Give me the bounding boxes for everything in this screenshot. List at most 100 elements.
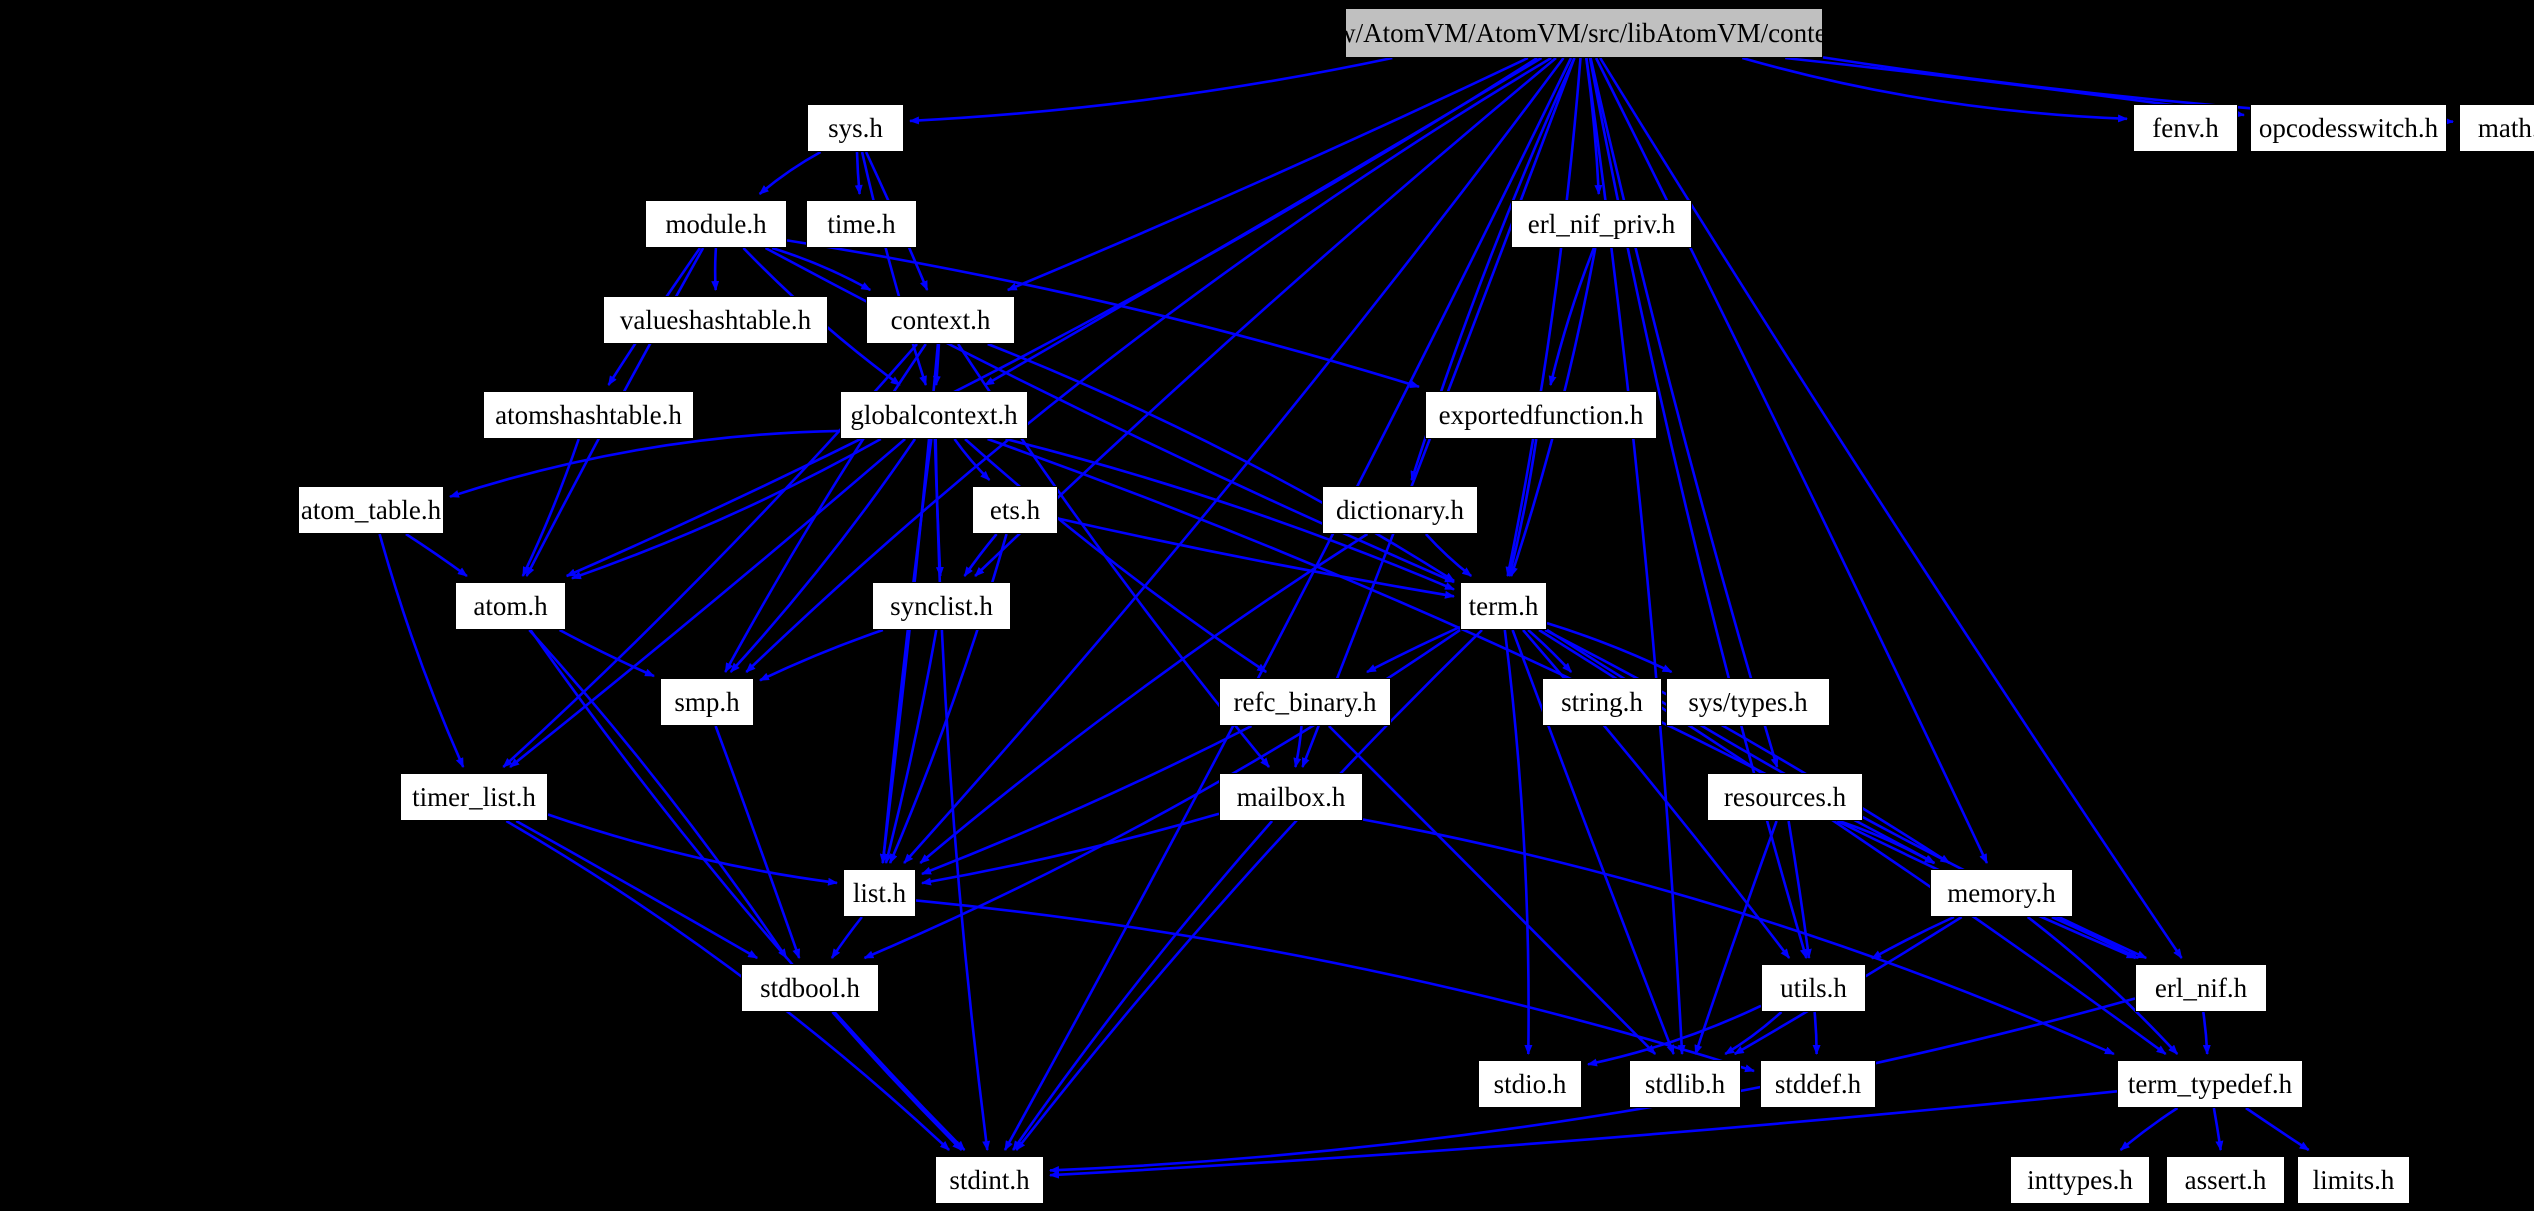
graph-node-module_h[interactable]: module.h: [645, 200, 787, 248]
graph-edge-refc_binary_h-to-mailbox_h: [1293, 725, 1303, 768]
graph-edge-term_typedef_h-to-assert_h: [2212, 1107, 2224, 1151]
graph-node-globalcontext_h[interactable]: globalcontext.h: [840, 391, 1028, 439]
graph-edge-atom_table_h-to-atom_h: [405, 532, 468, 578]
graph-edge-memory_h-to-utils_h: [1871, 915, 1955, 960]
graph-node-synclist_h[interactable]: synclist.h: [872, 582, 1011, 630]
graph-node-label: sys/types.h: [1688, 686, 1808, 717]
graph-node-label: valueshashtable.h: [619, 304, 812, 335]
graph-node-label: stdio.h: [1493, 1068, 1567, 1099]
graph-edge-term_typedef_h-to-limits_h: [2245, 1106, 2310, 1152]
graph-node-math_h[interactable]: math.h: [2459, 104, 2534, 152]
graph-node-label: erl_nif.h: [2154, 972, 2248, 1003]
graph-node-stdlib_h[interactable]: stdlib.h: [1629, 1060, 1741, 1108]
graph-node-resources_h[interactable]: resources.h: [1707, 773, 1863, 821]
graph-node-label: stdint.h: [949, 1164, 1030, 1195]
graph-node-label: mailbox.h: [1236, 781, 1346, 812]
graph-node-atom_table_h[interactable]: atom_table.h: [298, 486, 444, 534]
graph-edge-context_h-to-term_h: [987, 342, 1455, 582]
graph-edge-term_typedef_h-to-inttypes_h: [2119, 1106, 2179, 1151]
graph-node-label: stdbool.h: [760, 972, 860, 1003]
graph-node-exportedfunction_h[interactable]: exportedfunction.h: [1425, 391, 1657, 439]
graph-edge-erl_nif_h-to-term_typedef_h: [2202, 1011, 2211, 1055]
graph-node-fenv_h[interactable]: fenv.h: [2133, 104, 2238, 152]
graph-node-stddef_h[interactable]: stddef.h: [1760, 1060, 1876, 1108]
graph-edge-memory_h-to-erl_nif_h: [2051, 915, 2139, 960]
graph-node-dictionary_h[interactable]: dictionary.h: [1322, 486, 1478, 534]
graph-node-utils_h[interactable]: utils.h: [1761, 964, 1866, 1012]
graph-node-label: term_typedef.h: [2127, 1068, 2293, 1099]
graph-node-opcodesswitch_h[interactable]: opcodesswitch.h: [2250, 104, 2447, 152]
graph-node-label: timer_list.h: [412, 781, 536, 812]
graph-edge-term_h-to-stdio_h: [1503, 629, 1533, 1055]
graph-edge-globalcontext_h-to-stdint_h: [934, 438, 991, 1151]
graph-node-label: term.h: [1468, 590, 1539, 621]
graph-node-memory_h[interactable]: memory.h: [1930, 869, 2073, 917]
graph-edge-context_c-to-sys_h: [909, 56, 1393, 125]
graph-node-time_h[interactable]: time.h: [806, 200, 917, 248]
graph-node-ets_h[interactable]: ets.h: [972, 486, 1058, 534]
graph-node-label: atom_table.h: [300, 494, 442, 525]
graph-node-sys_h[interactable]: sys.h: [807, 104, 904, 152]
graph-edge-context_c-to-list_h: [903, 57, 1565, 864]
graph-node-label: dictionary.h: [1336, 494, 1464, 525]
graph-edge-context_c-to-fenv_h: [1741, 56, 2128, 123]
graph-node-limits_h[interactable]: limits.h: [2297, 1156, 2410, 1204]
graph-edge-utils_h-to-stdio_h: [1587, 1004, 1762, 1067]
graph-node-label: opcodesswitch.h: [2258, 112, 2439, 143]
graph-edge-globalcontext_h-to-atom_h: [571, 437, 882, 580]
graph-node-label: context.h: [890, 304, 991, 335]
graph-node-atomshashtable_h[interactable]: atomshashtable.h: [483, 391, 694, 439]
graph-node-erl_nif_priv_h[interactable]: erl_nif_priv.h: [1511, 200, 1692, 248]
graph-node-context_c[interactable]: /__w/AtomVM/AtomVM/src/libAtomVM/context…: [1302, 8, 1866, 58]
graph-node-label: atomshashtable.h: [495, 399, 682, 430]
graph-node-inttypes_h[interactable]: inttypes.h: [2010, 1156, 2150, 1204]
graph-node-label: math.h: [2477, 112, 2534, 143]
graph-node-label: erl_nif_priv.h: [1527, 208, 1676, 239]
graph-node-label: list.h: [852, 877, 907, 908]
graph-node-label: stdlib.h: [1644, 1068, 1726, 1099]
graph-edge-atomshashtable_h-to-atom_h: [521, 438, 580, 577]
graph-node-label: refc_binary.h: [1233, 686, 1377, 717]
graph-edge-globalcontext_h-to-refc_binary_h: [964, 438, 1268, 674]
graph-node-atom_h[interactable]: atom.h: [455, 582, 566, 630]
graph-node-timer_list_h[interactable]: timer_list.h: [400, 773, 548, 821]
graph-node-label: memory.h: [1947, 877, 2056, 908]
graph-node-stdio_h[interactable]: stdio.h: [1478, 1060, 1582, 1108]
graph-node-label: assert.h: [2184, 1164, 2267, 1195]
graph-edge-utils_h-to-stddef_h: [1812, 1011, 1821, 1055]
graph-node-stdint_h[interactable]: stdint.h: [935, 1156, 1044, 1204]
graph-node-term_typedef_h[interactable]: term_typedef.h: [2117, 1060, 2303, 1108]
graph-edge-resources_h-to-stdlib_h: [1694, 820, 1778, 1055]
graph-node-label: ets.h: [989, 494, 1041, 525]
graph-node-context_h[interactable]: context.h: [866, 296, 1015, 344]
include-dependency-graph: /__w/AtomVM/AtomVM/src/libAtomVM/context…: [0, 0, 2534, 1211]
graph-node-string_h[interactable]: string.h: [1542, 678, 1662, 726]
graph-node-assert_h[interactable]: assert.h: [2166, 1156, 2285, 1204]
graph-edge-globalcontext_h-to-smp_h: [729, 438, 917, 673]
graph-node-list_h[interactable]: list.h: [843, 869, 916, 917]
graph-node-mailbox_h[interactable]: mailbox.h: [1219, 773, 1363, 821]
graph-node-label: utils.h: [1780, 972, 1847, 1003]
graph-node-valueshashtable_h[interactable]: valueshashtable.h: [603, 296, 828, 344]
graph-node-smp_h[interactable]: smp.h: [660, 678, 754, 726]
graph-edge-sys_h-to-time_h: [854, 151, 863, 195]
graph-edge-list_h-to-stdbool_h: [830, 916, 863, 959]
graph-edge-list_h-to-stddef_h: [915, 899, 1755, 1073]
graph-edge-module_h-to-context_h: [771, 246, 872, 292]
graph-node-term_h[interactable]: term.h: [1460, 582, 1547, 630]
graph-node-label: exportedfunction.h: [1438, 399, 1644, 430]
graph-node-erl_nif_h[interactable]: erl_nif.h: [2135, 964, 2267, 1012]
graph-node-label: atom.h: [473, 590, 548, 621]
graph-edge-term_typedef_h-to-stdint_h: [1049, 1090, 2118, 1179]
graph-node-refc_binary_h[interactable]: refc_binary.h: [1219, 678, 1391, 726]
graph-edge-resources_h-to-utils_h: [1787, 820, 1812, 959]
graph-node-stdbool_h[interactable]: stdbool.h: [741, 964, 879, 1012]
graph-edge-refc_binary_h-to-stdlib_h: [1327, 725, 1657, 1055]
graph-edge-sys_h-to-module_h: [758, 150, 822, 195]
graph-node-label: stddef.h: [1774, 1068, 1862, 1099]
graph-node-sys_types_h[interactable]: sys/types.h: [1666, 678, 1830, 726]
graph-edge-sys_h-to-globalcontext_h: [860, 151, 928, 386]
graph-edge-context_c-to-memory_h: [1594, 57, 1989, 864]
graph-node-label: time.h: [827, 208, 896, 239]
graph-node-label: inttypes.h: [2027, 1164, 2133, 1195]
